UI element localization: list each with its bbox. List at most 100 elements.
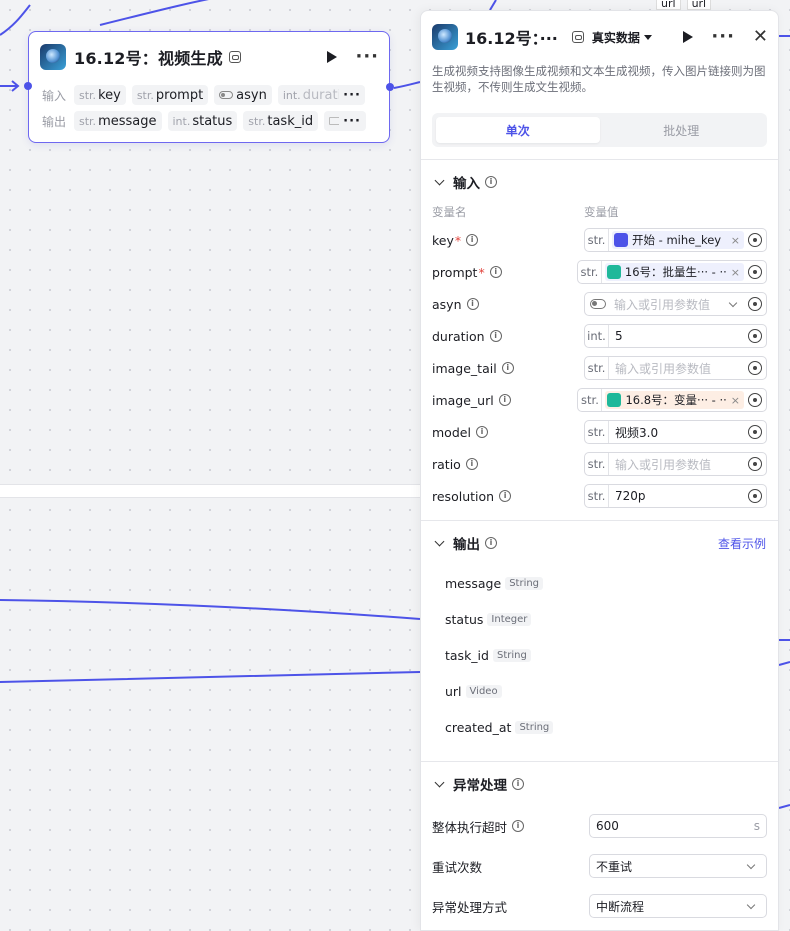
param-name: image_tail i bbox=[432, 361, 584, 376]
param-input-duration[interactable]: int. 5 bbox=[584, 324, 767, 348]
chevron-down-icon[interactable] bbox=[728, 298, 738, 307]
input-tag-key: str. key bbox=[74, 85, 126, 105]
info-icon[interactable]: i bbox=[475, 426, 488, 438]
variable-reference-icon[interactable] bbox=[748, 393, 762, 407]
info-icon[interactable]: i bbox=[489, 330, 502, 342]
data-mode-dropdown[interactable]: 真实数据 bbox=[571, 29, 652, 46]
info-icon[interactable]: i bbox=[499, 490, 512, 502]
output-name: task_id bbox=[445, 647, 489, 663]
type-label: str. bbox=[79, 88, 97, 102]
param-input-prompt[interactable]: str. 16号：批量生··· - ·· × bbox=[576, 260, 767, 284]
param-input-key[interactable]: str. 开始 - mihe_key × bbox=[584, 228, 767, 252]
reference-chip[interactable]: 16.8号：变量··· - ·· × bbox=[605, 391, 744, 409]
info-icon[interactable]: i bbox=[485, 176, 497, 188]
output-name: status bbox=[445, 611, 484, 627]
type-label: str. bbox=[79, 114, 97, 128]
variable-reference-icon[interactable] bbox=[748, 425, 762, 439]
param-name-text: asyn bbox=[432, 296, 462, 312]
plugin-logo-icon bbox=[40, 44, 66, 70]
node-more-button[interactable]: ··· bbox=[355, 48, 379, 66]
variable-reference-icon[interactable] bbox=[748, 297, 762, 311]
inputs-more-button[interactable]: ··· bbox=[339, 85, 365, 105]
param-row-asyn: asyn i 输入或引用参数值 bbox=[421, 288, 778, 320]
param-placeholder: 输入或引用参数值 bbox=[614, 297, 711, 312]
run-node-button[interactable] bbox=[327, 51, 338, 63]
type-label: str. bbox=[585, 485, 609, 507]
timeout-label-text: 整体执行超时 bbox=[432, 819, 508, 835]
handling-select[interactable]: 中断流程 bbox=[589, 894, 767, 918]
info-icon[interactable]: i bbox=[501, 362, 514, 374]
chevron-down-icon bbox=[434, 536, 445, 546]
info-icon[interactable]: i bbox=[512, 820, 525, 832]
output-type-badge: String bbox=[505, 576, 544, 590]
info-icon[interactable]: i bbox=[485, 537, 497, 549]
remove-reference-icon[interactable]: × bbox=[727, 394, 740, 407]
output-section-header[interactable]: 输出 i 查看示例 bbox=[421, 521, 778, 565]
reference-chip[interactable]: 16号：批量生··· - ·· × bbox=[604, 263, 744, 281]
param-name-text: model bbox=[432, 424, 471, 440]
param-name: asyn i bbox=[432, 297, 584, 312]
variable-reference-icon[interactable] bbox=[748, 361, 762, 375]
param-input-ratio[interactable]: str. 输入或引用参数值 bbox=[584, 452, 767, 476]
variable-reference-icon[interactable] bbox=[748, 265, 762, 279]
type-label: int. bbox=[172, 114, 191, 128]
outputs-more-button[interactable]: ··· bbox=[339, 111, 365, 131]
info-icon[interactable]: i bbox=[465, 458, 478, 470]
param-row-prompt: prompt * i str. 16号：批量生··· - ·· × bbox=[421, 256, 778, 288]
param-input-image-tail[interactable]: str. 输入或引用参数值 bbox=[584, 356, 767, 380]
variable-reference-icon[interactable] bbox=[748, 489, 762, 503]
param-name-text: prompt bbox=[432, 264, 478, 280]
panel-title: 16.12号：··· bbox=[465, 29, 558, 48]
reference-chip[interactable]: 开始 - mihe_key × bbox=[612, 231, 744, 249]
param-row-model: model i str. 视频3.0 bbox=[421, 416, 778, 448]
plugin-badge-icon bbox=[228, 51, 241, 63]
param-row-duration: duration i int. 5 bbox=[421, 320, 778, 352]
type-label: str. bbox=[585, 453, 609, 475]
close-icon[interactable]: ✕ bbox=[753, 28, 768, 46]
remove-reference-icon[interactable]: × bbox=[727, 234, 740, 247]
tab-single[interactable]: 单次 bbox=[436, 117, 600, 143]
param-placeholder[interactable]: 输入或引用参数值 bbox=[615, 456, 744, 473]
node-outputs-row: 输出 str.message int.status str.task_id ur… bbox=[29, 108, 389, 134]
info-icon[interactable]: i bbox=[466, 298, 479, 310]
type-label: str. bbox=[578, 261, 602, 283]
remove-reference-icon[interactable]: × bbox=[727, 266, 740, 279]
param-name: prompt * i bbox=[432, 265, 577, 280]
panel-more-button[interactable]: ··· bbox=[711, 28, 735, 46]
view-example-link[interactable]: 查看示例 bbox=[718, 535, 766, 552]
timeout-value[interactable]: 600 bbox=[596, 819, 619, 833]
input-section-header[interactable]: 输入 i bbox=[421, 160, 778, 204]
output-port[interactable] bbox=[386, 83, 394, 91]
reference-text: 16.8号：变量··· - ·· bbox=[625, 393, 727, 407]
param-name: image_url i bbox=[432, 393, 577, 408]
input-port[interactable] bbox=[24, 82, 32, 90]
param-value[interactable]: 视频3.0 bbox=[615, 424, 744, 441]
param-placeholder[interactable]: 输入或引用参数值 bbox=[615, 360, 744, 377]
test-run-button[interactable] bbox=[683, 31, 694, 43]
timeout-input[interactable]: 600 s bbox=[589, 814, 767, 838]
caret-down-icon bbox=[643, 34, 652, 40]
param-value[interactable]: 720p bbox=[615, 489, 744, 503]
variable-reference-icon[interactable] bbox=[748, 329, 762, 343]
param-input-model[interactable]: str. 视频3.0 bbox=[584, 420, 767, 444]
error-section-header[interactable]: 异常处理 i bbox=[421, 762, 778, 806]
param-value[interactable]: 5 bbox=[615, 329, 744, 343]
info-icon[interactable]: i bbox=[466, 234, 479, 246]
chip-label: url bbox=[661, 0, 676, 10]
variable-reference-icon[interactable] bbox=[748, 457, 762, 471]
info-icon[interactable]: i bbox=[498, 394, 511, 406]
col-value-header: 变量值 bbox=[584, 205, 619, 219]
param-input-resolution[interactable]: str. 720p bbox=[584, 484, 767, 508]
param-input-asyn[interactable]: 输入或引用参数值 bbox=[584, 292, 767, 316]
param-input-image-url[interactable]: str. 16.8号：变量··· - ·· × bbox=[577, 388, 767, 412]
video-generation-node[interactable]: 16.12号：视频生成 ··· 输入 str. key str. prompt as… bbox=[24, 31, 394, 143]
retry-select[interactable]: 不重试 bbox=[589, 854, 767, 878]
variable-reference-icon[interactable] bbox=[748, 233, 762, 247]
tab-batch[interactable]: 批处理 bbox=[600, 117, 764, 143]
node-inputs-row: 输入 str. key str. prompt asyn int. duration … bbox=[29, 82, 389, 108]
info-icon[interactable]: i bbox=[512, 778, 524, 790]
batch-node-icon bbox=[606, 265, 621, 279]
param-row-resolution: resolution i str. 720p bbox=[421, 480, 778, 512]
info-icon[interactable]: i bbox=[489, 266, 502, 278]
output-item: task_id String bbox=[421, 637, 778, 673]
